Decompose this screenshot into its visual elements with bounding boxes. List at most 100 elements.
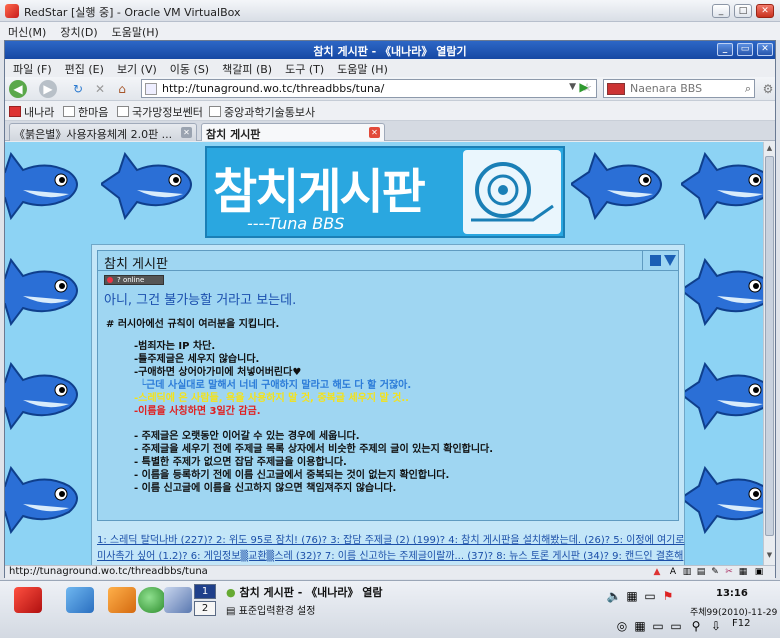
navigation-toolbar: ◀ ▶ ↻ ✕ ⌂ http://tunaground.wo.tc/thread… <box>5 77 775 101</box>
host-titlebar: RedStar [실행 중] - Oracle VM VirtualBox _ … <box>0 0 780 22</box>
search-input[interactable] <box>630 82 738 95</box>
edit-icon[interactable]: ✎ <box>709 567 721 578</box>
tab-redstar[interactable]: 《붉은별》사용자용체계 2.0판 ... ✕ <box>9 123 197 141</box>
fire-icon[interactable]: ▲ <box>651 567 663 578</box>
banner-subtitle: ----Tuna BBS <box>247 214 345 233</box>
close-tab-icon[interactable]: ✕ <box>181 127 192 138</box>
browser-maximize-button[interactable]: ▭ <box>737 43 753 56</box>
page-favicon <box>145 83 157 95</box>
columns-icon[interactable]: ▥ <box>681 567 693 578</box>
window-icon[interactable]: ▣ <box>753 567 765 578</box>
thread-list-row[interactable]: 1: 스레딕 탈덕나바 (227)? 2: 위도 95로 잠치! (76)? 3… <box>97 531 685 546</box>
bookmark-hanmaeum[interactable]: 한마음 <box>63 104 108 120</box>
download-icon[interactable]: ⇩ <box>708 619 724 633</box>
scroll-up-icon[interactable]: ▲ <box>765 143 774 154</box>
settings-icon[interactable] <box>164 587 192 613</box>
tuna-fish-icon <box>681 465 763 535</box>
close-tab-icon[interactable]: ✕ <box>369 127 380 138</box>
task-browser[interactable]: ● 참치 게시판 - 《내나라》 열람 <box>226 584 383 600</box>
search-engine-icon[interactable] <box>607 83 625 95</box>
menu-edit[interactable]: 편집 (E) <box>57 59 109 77</box>
keyboard-indicator[interactable]: F12 <box>732 618 750 629</box>
tuna-fish-icon <box>681 257 763 327</box>
go-button[interactable]: ▶ <box>575 80 593 96</box>
browser-titlebar: 참치 게시판 - 《내나라》 열람기 _ ▭ ✕ <box>5 41 775 59</box>
bookmark-naenara[interactable]: 내나라 <box>9 104 54 120</box>
reload-icon[interactable]: ↻ <box>69 80 87 98</box>
battery-icon[interactable]: ▭ <box>650 619 666 633</box>
speaker-icon[interactable]: 🔈 <box>606 589 622 603</box>
font-icon[interactable]: A <box>667 567 679 578</box>
grid-icon[interactable]: ▦ <box>737 567 749 578</box>
browser-close-button[interactable]: ✕ <box>757 43 773 56</box>
file-manager-icon[interactable] <box>66 587 94 613</box>
page-icon <box>209 106 221 117</box>
tab-tuna-bbs[interactable]: 참치 게시판 ✕ <box>201 123 385 141</box>
virtualbox-window: RedStar [실행 중] - Oracle VM VirtualBox _ … <box>0 0 780 638</box>
back-icon[interactable]: ◀ <box>9 80 27 98</box>
close-button[interactable]: ✕ <box>756 4 774 18</box>
tuna-fish-icon <box>681 361 763 431</box>
search-icon[interactable]: ⌕ <box>745 82 751 96</box>
minimize-button[interactable]: _ <box>712 4 730 18</box>
square-icon[interactable] <box>650 255 661 266</box>
display-icon[interactable]: ▭ <box>642 589 658 603</box>
thread-panel: 참치 게시판 ? online 아니, 그건 불가능할 거라고 보는데. # 러… <box>97 250 679 521</box>
workspace-2[interactable]: 2 <box>194 601 216 616</box>
monitor-icon[interactable]: ▭ <box>668 619 684 633</box>
address-bar[interactable]: http://tunaground.wo.tc/threadbbs/tuna/ … <box>141 79 597 98</box>
flag-icon[interactable]: ⚑ <box>660 589 676 603</box>
menu-file[interactable]: 파일 (F) <box>5 59 57 77</box>
apps-icon[interactable]: ▦ <box>632 619 648 633</box>
bookmark-science-news[interactable]: 중앙과학기술통보사 <box>209 104 315 120</box>
browser-minimize-button[interactable]: _ <box>717 43 733 56</box>
dropdown-triangle-icon[interactable] <box>664 255 676 266</box>
home-icon[interactable]: ⌂ <box>113 80 131 98</box>
settings-gear-icon[interactable]: ⚙ <box>759 80 777 98</box>
menu-machine[interactable]: 머신(M) <box>0 22 52 40</box>
stop-icon[interactable]: ✕ <box>91 80 109 98</box>
thread-list-row[interactable]: 미사촉가 싶어 (1.2)? 6: 게임정보▒교환▒스레 (32)? 7: 이름… <box>97 547 683 562</box>
keyboard-icon: ▤ <box>226 606 236 617</box>
workspace-1[interactable]: 1 <box>194 584 216 599</box>
site-banner[interactable]: 참치게시판 ----Tuna BBS <box>205 146 565 238</box>
menu-go[interactable]: 이동 (S) <box>162 59 214 77</box>
redstar-start-icon[interactable] <box>14 587 42 613</box>
thread-list: 1: 스레딕 탈덕나바 (227)? 2: 위도 95로 잠치! (76)? 3… <box>97 527 685 565</box>
tools-icon[interactable]: ✂ <box>723 567 735 578</box>
tuna-sketch-icon <box>471 162 554 222</box>
menu-view[interactable]: 보기 (V) <box>109 59 162 77</box>
menu-help[interactable]: 도움말(H) <box>104 22 165 40</box>
sync-icon[interactable]: ◎ <box>614 619 630 633</box>
forward-icon[interactable]: ▶ <box>39 80 57 98</box>
vertical-scrollbar[interactable]: ▲ ▼ <box>763 142 775 565</box>
page-icon[interactable]: ▤ <box>695 567 707 578</box>
tuna-fish-icon <box>101 151 192 221</box>
scroll-down-icon[interactable]: ▼ <box>765 550 774 561</box>
online-badge: ? online <box>104 275 164 285</box>
taskbar: 1 2 ● 참치 게시판 - 《내나라》 열람 ▤ 표준입력환경 설정 🔈 ▦ … <box>0 580 780 638</box>
network-icon[interactable]: ▦ <box>624 589 640 603</box>
virtualbox-icon <box>5 4 19 18</box>
banner-title: 참치게시판 <box>213 164 426 220</box>
url-text: http://tunaground.wo.tc/threadbbs/tuna/ <box>162 82 385 95</box>
menu-help-browser[interactable]: 도움말 (H) <box>329 59 393 77</box>
menu-bookmarks[interactable]: 책갈피 (B) <box>214 59 277 77</box>
bookmarks-toolbar: 내나라 한마음 국가망정보쎈터 중앙과학기술통보사 <box>5 101 775 121</box>
search-box[interactable]: ⌕ <box>603 79 755 98</box>
status-dot-icon <box>107 277 113 283</box>
menu-tools[interactable]: 도구 (T) <box>277 59 329 77</box>
tuna-fish-icon <box>5 465 78 535</box>
scroll-thumb[interactable] <box>765 156 774 536</box>
office-icon[interactable] <box>108 587 136 613</box>
clock[interactable]: 13:16 <box>716 588 748 599</box>
maximize-button[interactable]: □ <box>734 4 752 18</box>
task-ime-settings[interactable]: ▤ 표준입력환경 설정 <box>226 602 315 617</box>
banner-tuna-drawing <box>463 150 561 234</box>
rules-heading: # 러시아에선 규칙이 여러분을 지킵니다. <box>106 319 280 330</box>
menu-devices[interactable]: 장치(D) <box>52 22 103 40</box>
browser-globe-icon[interactable] <box>138 587 166 613</box>
bookmark-national-net[interactable]: 국가망정보쎈터 <box>117 104 203 120</box>
usb-icon[interactable]: ⚲ <box>688 619 704 633</box>
naenara-icon <box>9 106 21 117</box>
